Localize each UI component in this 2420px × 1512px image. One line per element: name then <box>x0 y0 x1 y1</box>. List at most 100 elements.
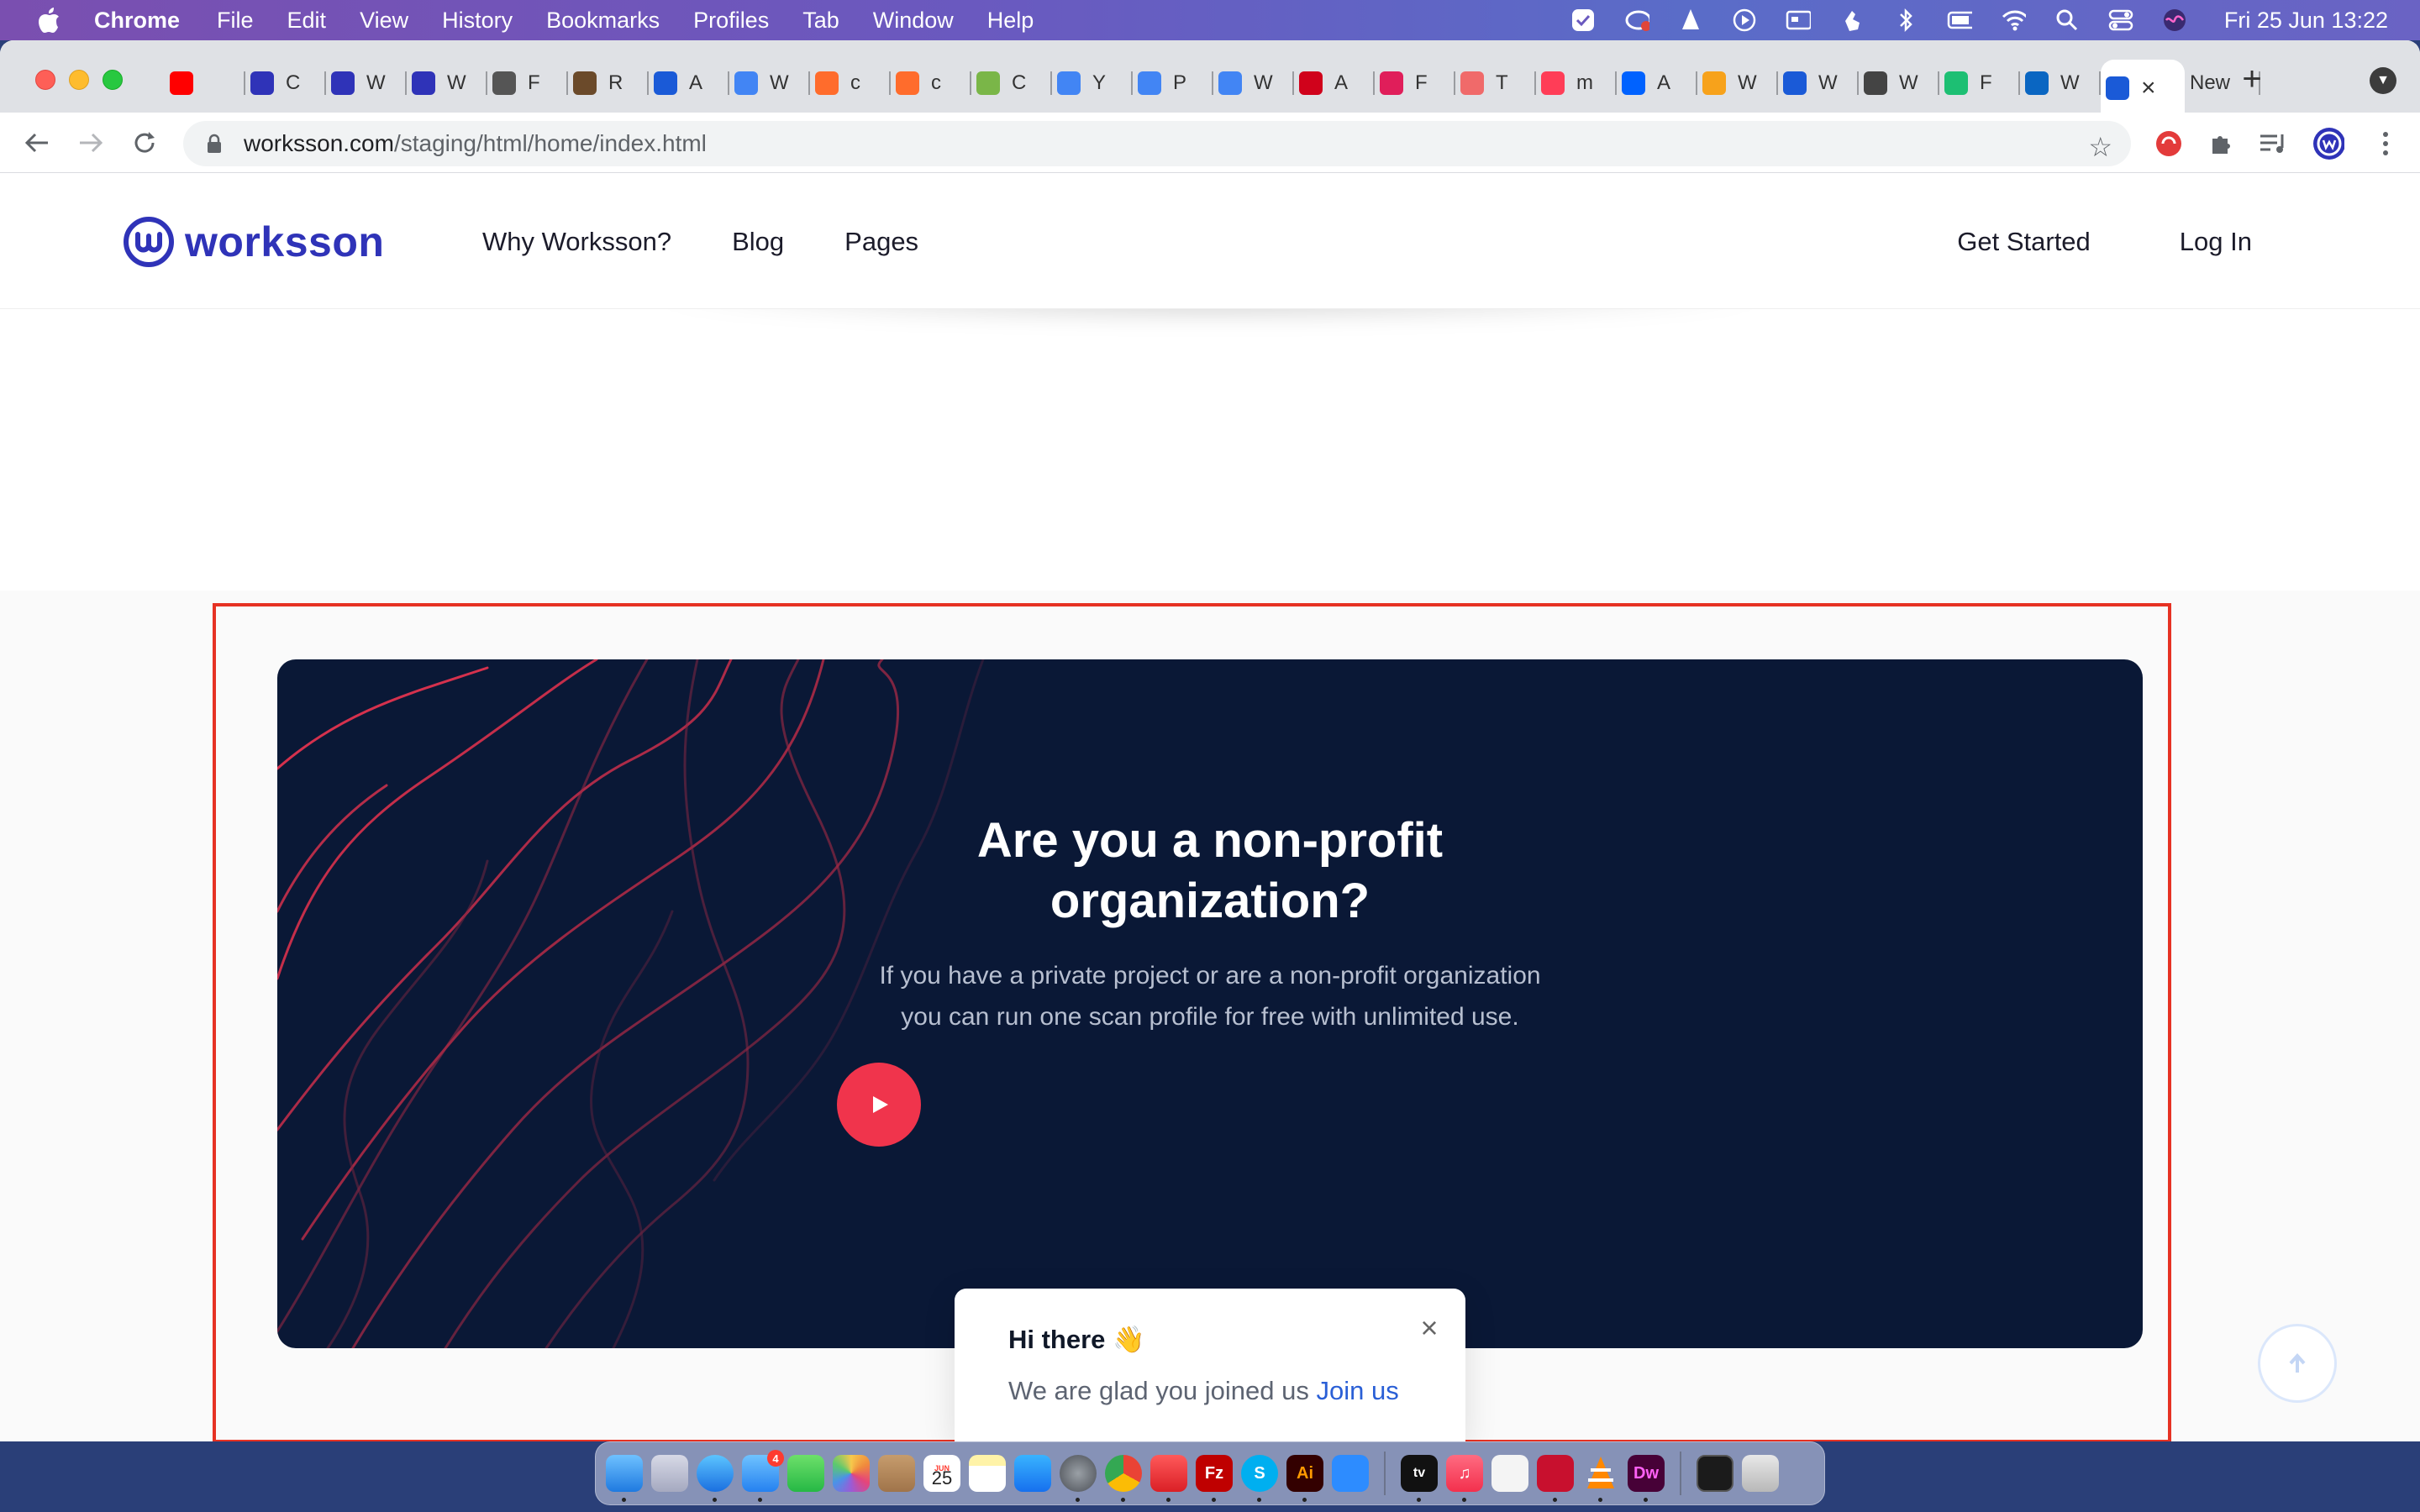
recent-window-thumbnail[interactable] <box>1697 1455 1733 1492</box>
menu-tab[interactable]: Tab <box>802 8 839 34</box>
control-center-icon[interactable] <box>2108 8 2133 33</box>
reading-list-icon[interactable] <box>2257 128 2289 160</box>
spotlight-search-icon[interactable] <box>2054 8 2080 33</box>
reload-icon[interactable] <box>126 124 163 161</box>
notes-icon[interactable] <box>969 1455 1006 1492</box>
browser-tab[interactable]: F <box>1939 60 2020 107</box>
browser-tab[interactable]: W <box>407 60 487 107</box>
zoom-icon[interactable] <box>1332 1455 1369 1492</box>
battery-icon[interactable] <box>1947 8 1972 33</box>
trash-icon[interactable] <box>1742 1455 1779 1492</box>
extensions-puzzle-icon[interactable] <box>2205 128 2237 160</box>
chrome-icon[interactable] <box>1105 1455 1142 1502</box>
menu-bookmarks[interactable]: Bookmarks <box>546 8 660 34</box>
login-link[interactable]: Log In <box>2180 227 2252 257</box>
siri-icon[interactable] <box>2162 8 2187 33</box>
apple-tv-icon[interactable]: tv <box>1401 1455 1438 1502</box>
browser-tab[interactable]: c <box>810 60 891 107</box>
contacts-icon[interactable] <box>878 1455 915 1492</box>
browser-tab[interactable]: c <box>891 60 971 107</box>
browser-tab[interactable]: W <box>1213 60 1294 107</box>
calendar-icon[interactable]: JUN 25 <box>923 1455 960 1492</box>
window-close-button[interactable] <box>35 70 55 90</box>
browser-menu-kebab-icon[interactable] <box>2370 128 2402 160</box>
browser-tab[interactable]: R <box>568 60 649 107</box>
tab-close-icon[interactable]: × <box>2141 74 2156 102</box>
address-bar[interactable]: worksson.com/staging/html/home/index.htm… <box>183 121 2131 166</box>
apple-menu-icon[interactable] <box>35 6 62 34</box>
browser-tab[interactable]: T <box>1455 60 1536 107</box>
chat-close-icon[interactable]: × <box>1415 1313 1444 1343</box>
menu-window[interactable]: Window <box>873 8 954 34</box>
menu-help[interactable]: Help <box>987 8 1034 34</box>
browser-tab[interactable]: A <box>649 60 729 107</box>
bluetooth-icon[interactable] <box>1893 8 1918 33</box>
browser-tab[interactable]: C <box>245 60 326 107</box>
scroll-to-top-button[interactable] <box>2258 1324 2337 1403</box>
menu-file[interactable]: File <box>217 8 254 34</box>
bookmark-star-icon[interactable]: ☆ <box>2088 131 2112 163</box>
mail-icon[interactable]: 4 <box>742 1450 784 1502</box>
browser-tab[interactable]: W <box>1778 60 1859 107</box>
menu-edit[interactable]: Edit <box>287 8 327 34</box>
browser-tab[interactable]: W <box>2020 60 2101 107</box>
creative-cloud-status-icon[interactable] <box>1624 8 1649 33</box>
browser-tab[interactable]: C <box>971 60 1052 107</box>
vlc-status-icon[interactable] <box>1678 8 1703 33</box>
music-icon[interactable]: ♫ <box>1446 1455 1483 1502</box>
facetime-icon[interactable] <box>787 1455 824 1492</box>
menu-profiles[interactable]: Profiles <box>693 8 769 34</box>
creative-cloud-icon[interactable] <box>1150 1455 1187 1502</box>
skype-icon[interactable]: S <box>1241 1455 1278 1502</box>
forward-arrow-icon[interactable] <box>72 124 109 161</box>
join-us-link[interactable]: Join us <box>1317 1376 1399 1405</box>
input-source-icon[interactable] <box>1786 8 1811 33</box>
browser-tab[interactable]: W <box>1697 60 1778 107</box>
new-tab-plus-icon[interactable]: + <box>2235 62 2269 96</box>
textedit-icon[interactable] <box>1491 1455 1528 1492</box>
system-preferences-icon[interactable] <box>1060 1455 1097 1502</box>
browser-tab[interactable]: m <box>1536 60 1617 107</box>
browser-tab-active[interactable]: × <box>2101 60 2185 117</box>
dreamweaver-icon[interactable]: Dw <box>1628 1455 1665 1502</box>
nav-pages[interactable]: Pages <box>844 227 918 257</box>
window-minimize-button[interactable] <box>69 70 89 90</box>
browser-tab[interactable] <box>165 60 245 107</box>
nav-blog[interactable]: Blog <box>732 227 784 257</box>
illustrator-icon[interactable]: Ai <box>1286 1455 1323 1502</box>
browser-tab[interactable]: W <box>1859 60 1939 107</box>
finder-icon[interactable] <box>606 1455 643 1502</box>
launchpad-icon[interactable] <box>651 1455 688 1492</box>
menu-view[interactable]: View <box>360 8 408 34</box>
back-arrow-icon[interactable] <box>18 124 55 161</box>
photos-icon[interactable] <box>833 1455 870 1492</box>
browser-tab[interactable]: A <box>1294 60 1375 107</box>
browser-tab[interactable]: F <box>1375 60 1455 107</box>
tab-search-chevron-icon[interactable]: ▼ <box>2370 67 2396 94</box>
hand-tool-icon[interactable] <box>1839 8 1865 33</box>
url-path: /staging/html/home/index.html <box>393 130 707 156</box>
browser-tab[interactable]: Y <box>1052 60 1133 107</box>
acrobat-icon[interactable] <box>1537 1455 1574 1502</box>
get-started-link[interactable]: Get Started <box>1957 227 2091 257</box>
browser-tab[interactable]: W <box>729 60 810 107</box>
app-store-icon[interactable] <box>1014 1455 1051 1492</box>
safari-icon[interactable] <box>697 1455 734 1502</box>
window-zoom-button[interactable] <box>103 70 123 90</box>
browser-tab[interactable]: W <box>326 60 407 107</box>
extension-red-icon[interactable] <box>2153 128 2185 160</box>
menu-app-name[interactable]: Chrome <box>94 8 180 34</box>
play-status-icon[interactable] <box>1732 8 1757 33</box>
browser-tab[interactable]: A <box>1617 60 1697 107</box>
browser-tab[interactable]: P <box>1133 60 1213 107</box>
vlc-icon[interactable] <box>1582 1455 1619 1502</box>
profile-avatar-icon[interactable] <box>2312 128 2344 160</box>
browser-tab[interactable]: F <box>487 60 568 107</box>
site-logo[interactable]: worksson <box>123 216 384 268</box>
menu-history[interactable]: History <box>442 8 513 34</box>
checkbox-app-icon[interactable] <box>1570 8 1596 33</box>
menubar-clock[interactable]: Fri 25 Jun 13:22 <box>2224 8 2388 34</box>
wifi-icon[interactable] <box>2001 8 2026 33</box>
filezilla-icon[interactable]: Fz <box>1196 1455 1233 1502</box>
nav-why-worksson[interactable]: Why Worksson? <box>482 227 671 257</box>
